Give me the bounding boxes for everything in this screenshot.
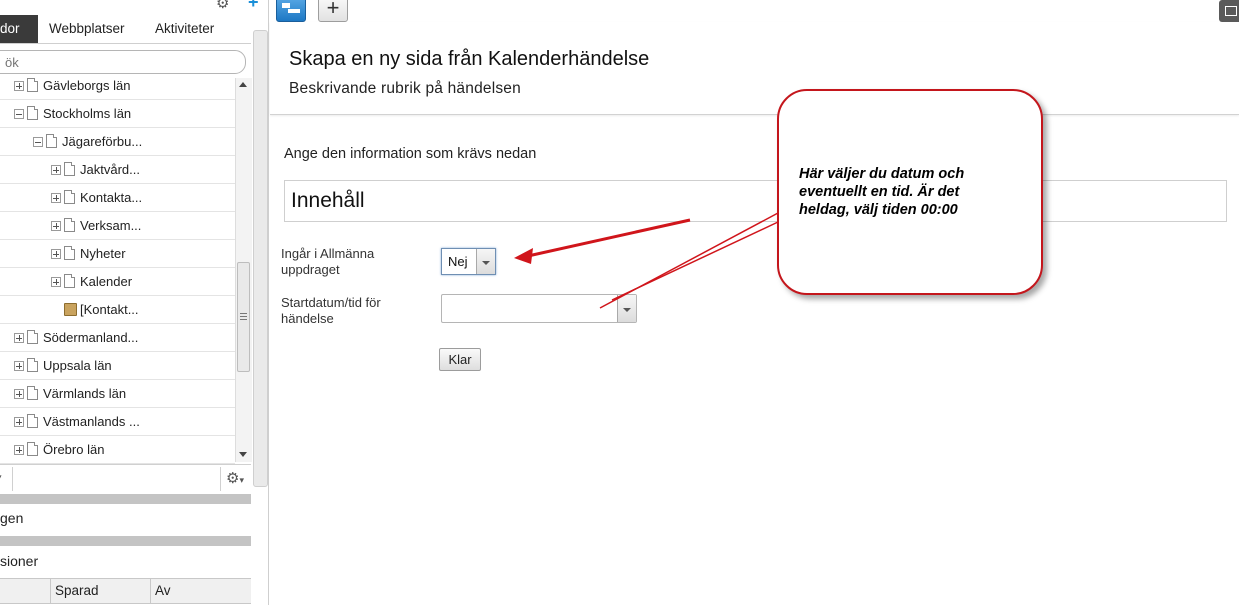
arrow-to-select (527, 218, 691, 258)
pointer-to-date-2 (611, 221, 779, 301)
arrow-head-select-icon (514, 248, 533, 264)
annotation-arrows (514, 212, 779, 309)
